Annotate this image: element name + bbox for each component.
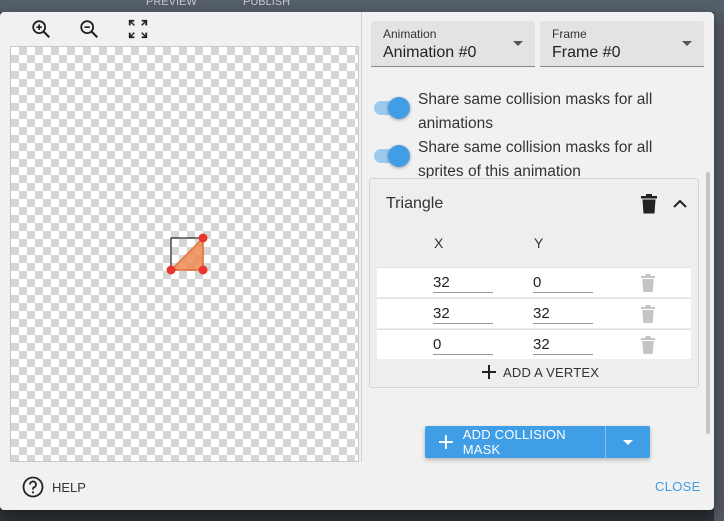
vertex-x-input[interactable] bbox=[433, 304, 493, 324]
caret-down-icon bbox=[682, 41, 692, 46]
chevron-up-icon bbox=[673, 199, 687, 208]
mask-type-dropdown-button[interactable] bbox=[606, 426, 650, 458]
fit-to-screen-button[interactable] bbox=[125, 16, 151, 42]
plus-icon bbox=[482, 365, 496, 379]
zoom-out-icon bbox=[80, 20, 99, 39]
delete-vertex-button[interactable] bbox=[639, 304, 657, 324]
add-collision-mask-button[interactable]: ADD COLLISION MASK bbox=[425, 426, 605, 458]
delete-vertex-button[interactable] bbox=[639, 335, 657, 355]
vertex-handle[interactable] bbox=[198, 233, 208, 243]
canvas-toolbar bbox=[10, 12, 359, 46]
vertex-y-input[interactable] bbox=[533, 273, 593, 293]
vertex-handle[interactable] bbox=[166, 265, 176, 275]
zoom-in-icon bbox=[32, 20, 51, 39]
animation-select-label: Animation bbox=[383, 27, 437, 41]
caret-down-icon bbox=[623, 439, 633, 445]
mask-settings-panel: Animation Animation #0 Frame Frame #0 Sh… bbox=[362, 12, 714, 462]
switch-thumb bbox=[388, 145, 410, 167]
vertex-row bbox=[377, 298, 691, 328]
add-vertex-label: ADD A VERTEX bbox=[503, 364, 600, 380]
app-right-strip bbox=[714, 12, 724, 521]
publish-label: PUBLISH bbox=[243, 0, 291, 8]
frame-select-label: Frame bbox=[552, 27, 587, 41]
vertex-x-input[interactable] bbox=[433, 273, 493, 293]
vertex-x-input[interactable] bbox=[433, 335, 493, 355]
zoom-in-button[interactable] bbox=[28, 16, 54, 42]
dialog-footer: HELP CLOSE bbox=[0, 470, 714, 510]
share-animations-label: Share same collision masks for all anima… bbox=[418, 91, 653, 132]
add-collision-mask-label: ADD COLLISION MASK bbox=[462, 427, 566, 457]
add-vertex-button[interactable]: ADD A VERTEX bbox=[482, 362, 599, 382]
animation-select[interactable]: Animation Animation #0 bbox=[371, 21, 535, 67]
trash-icon bbox=[641, 274, 655, 292]
app-topbar: PREVIEW PUBLISH bbox=[0, 0, 724, 12]
help-label: HELP bbox=[52, 479, 86, 495]
triangle-mask bbox=[169, 236, 204, 271]
fit-to-screen-icon bbox=[128, 19, 148, 39]
collapse-shape-button[interactable] bbox=[668, 192, 692, 216]
vertex-handle[interactable] bbox=[198, 265, 208, 275]
vertex-row bbox=[377, 267, 691, 297]
plus-icon bbox=[439, 435, 453, 449]
vertex-y-input[interactable] bbox=[533, 335, 593, 355]
panel-scrollbar[interactable] bbox=[706, 172, 710, 434]
delete-vertex-button[interactable] bbox=[639, 273, 657, 293]
add-collision-mask-split-button: ADD COLLISION MASK bbox=[425, 426, 650, 458]
frame-select[interactable]: Frame Frame #0 bbox=[540, 21, 704, 67]
switch-thumb bbox=[388, 97, 410, 119]
caret-down-icon bbox=[513, 41, 523, 46]
trash-icon bbox=[641, 305, 655, 323]
shape-title: Triangle bbox=[386, 195, 444, 212]
collision-mask-preview bbox=[166, 233, 208, 275]
column-header-y: Y bbox=[534, 235, 544, 251]
share-animations-switch[interactable] bbox=[372, 96, 410, 120]
vertex-row bbox=[377, 329, 691, 359]
vertex-y-input[interactable] bbox=[533, 304, 593, 324]
preview-label: PREVIEW bbox=[146, 0, 197, 8]
sprite-canvas[interactable] bbox=[10, 46, 359, 462]
column-header-x: X bbox=[434, 235, 444, 251]
share-sprites-label: Share same collision masks for all sprit… bbox=[418, 139, 653, 180]
shape-card-triangle: Triangle X Y 32 0 32 32 0 32 ADD A VERTE… bbox=[369, 178, 699, 388]
trash-icon bbox=[641, 336, 655, 354]
frame-select-value: Frame #0 bbox=[552, 44, 621, 61]
help-circle-icon bbox=[22, 476, 44, 498]
trash-icon bbox=[641, 194, 657, 214]
zoom-out-button[interactable] bbox=[76, 16, 102, 42]
collision-masks-dialog: Animation Animation #0 Frame Frame #0 Sh… bbox=[0, 12, 714, 510]
delete-shape-button[interactable] bbox=[638, 192, 660, 216]
animation-select-value: Animation #0 bbox=[383, 44, 477, 61]
share-sprites-switch[interactable] bbox=[372, 144, 410, 168]
close-button[interactable]: CLOSE bbox=[655, 479, 701, 494]
help-button[interactable]: HELP bbox=[22, 476, 86, 498]
